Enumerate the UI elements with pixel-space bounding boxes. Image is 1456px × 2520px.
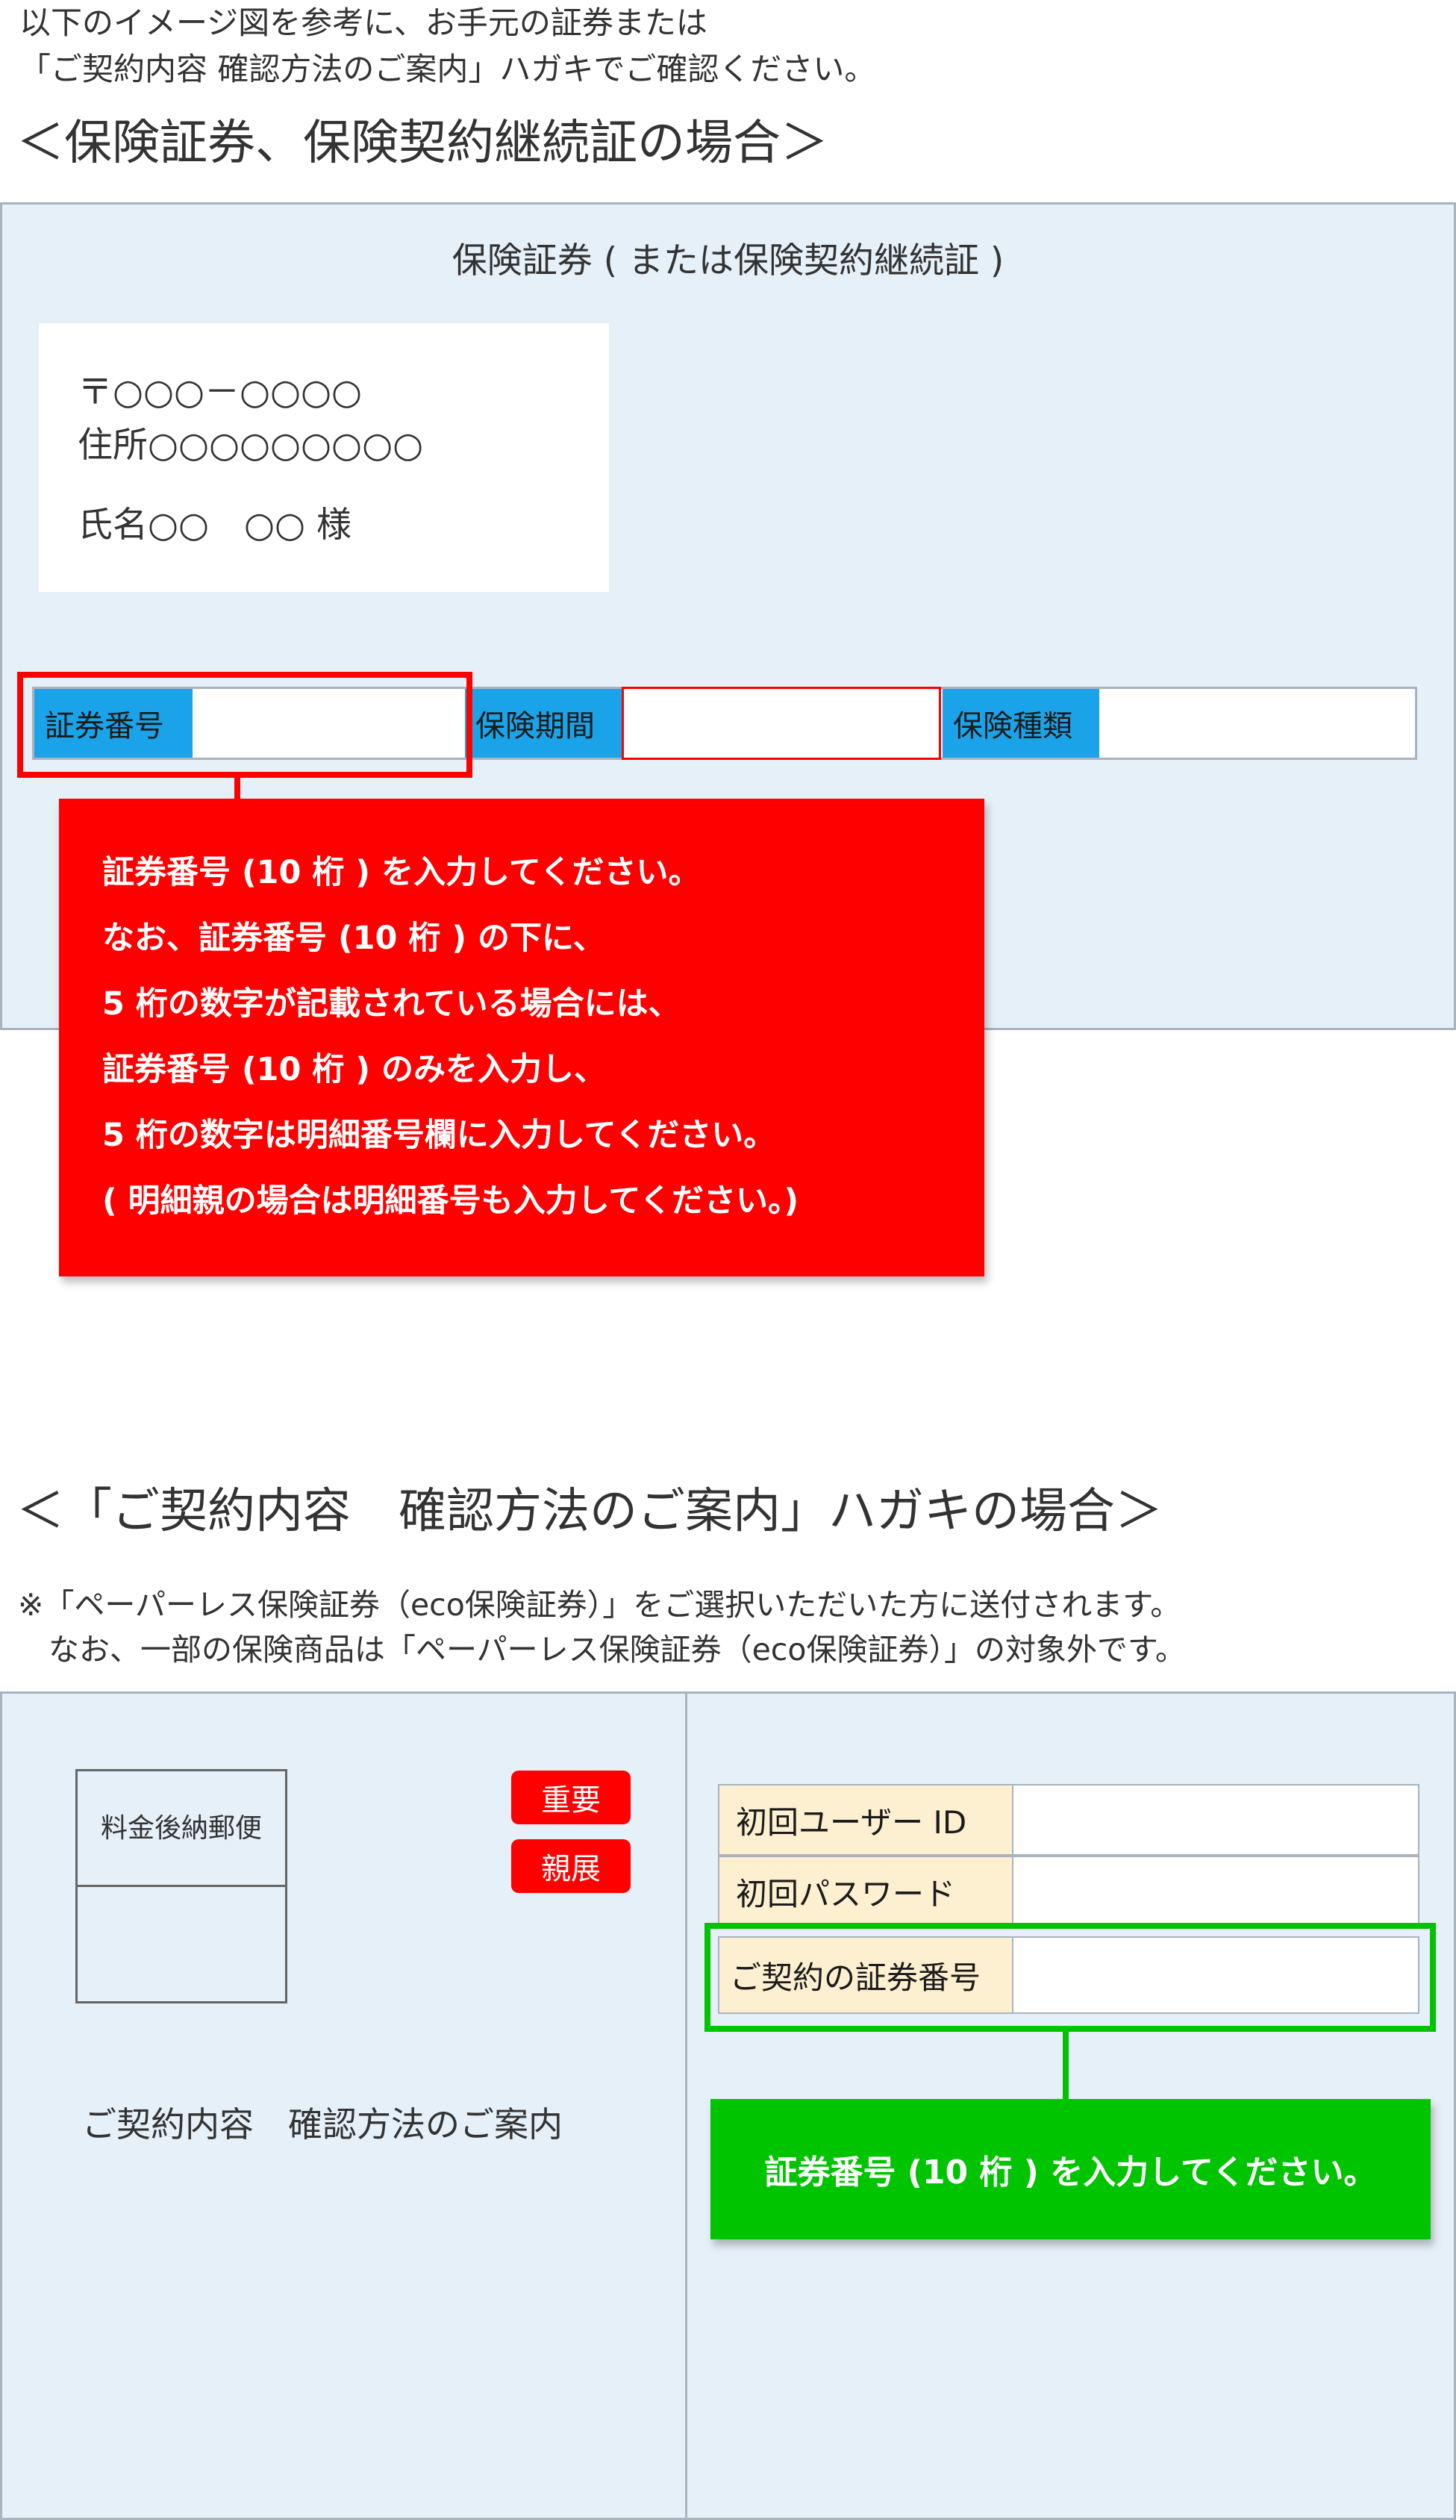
intro-line-2: 「ご契約内容 確認方法のご案内」ハガキでご確認ください。 <box>19 51 876 87</box>
eco-note-line-2: なお、一部の保険商品は「ペーパーレス保険証券（eco保険証券）」の対象外です。 <box>18 1632 1186 1668</box>
section1-heading: ＜保険証券、保険契約継続証の場合＞ <box>16 116 828 171</box>
intro-text: 以下のイメージ図を参考に、お手元の証券または 「ご契約内容 確認方法のご案内」ハ… <box>19 0 875 93</box>
grid-value-initial-user-id <box>1012 1784 1419 1856</box>
policy-document-title: 保険証券 ( または保険契約継続証 ) <box>452 240 1004 281</box>
eco-policy-note: ※「ペーパーレス保険証券（eco保険証券）」をご選択いただいた方に送付されます。… <box>18 1582 1186 1672</box>
recipient-name: 氏名○○ ○○ 様 <box>78 505 351 546</box>
page: { "intro": { "line1": "以下のイメージ図を参考に、お手元の… <box>0 0 1456 2520</box>
policy-number-highlight <box>17 672 472 778</box>
postcard-divider <box>685 1691 687 2520</box>
callout-line-6: ( 明細親の場合は明細番号も入力してください。) <box>102 1182 799 1220</box>
important-badge: 重要 <box>511 1771 631 1824</box>
callout-line-4: 証券番号 (10 桁 ) のみを入力し、 <box>102 1051 607 1088</box>
callout-line-5: 5 桁の数字は明細番号欄に入力してください。 <box>102 1117 776 1154</box>
address-line: 住所○○○○○○○○○ <box>78 425 424 466</box>
section2-heading: ＜「ご契約内容 確認方法のご案内」ハガキの場合＞ <box>16 1484 1163 1539</box>
grid-value-initial-password <box>1012 1856 1419 1927</box>
field-label-insurance-type: 保険種類 <box>943 689 1099 758</box>
field-label-coverage-period: 保険期間 <box>465 689 622 758</box>
callout-connector-green <box>1063 2030 1069 2099</box>
coverage-period-outline <box>622 687 941 760</box>
confidential-badge: 親展 <box>511 1839 631 1893</box>
intro-line-1: 以下のイメージ図を参考に、お手元の証券または <box>19 4 707 41</box>
policy-number-instruction-callout: 証券番号 (10 桁 ) を入力してください。 なお、証券番号 (10 桁 ) … <box>59 799 984 1276</box>
postcard-title: ご契約内容 確認方法のご案内 <box>82 2104 563 2145</box>
callout-line-2: なお、証券番号 (10 桁 ) の下に、 <box>102 920 605 957</box>
grid-label-initial-user-id: 初回ユーザー ID <box>718 1784 1013 1856</box>
postage-box-divider <box>78 1885 285 1887</box>
postage-label: 料金後納郵便 <box>100 1813 262 1844</box>
callout-connector-red <box>234 776 240 799</box>
field-value-insurance-type <box>1099 689 1415 758</box>
grid-label-initial-password: 初回パスワード <box>718 1856 1013 1927</box>
policy-number-highlight-green <box>704 1923 1436 2032</box>
callout-line-3: 5 桁の数字が記載されている場合には、 <box>102 985 681 1023</box>
eco-note-line-1: ※「ペーパーレス保険証券（eco保険証券）」をご選択いただいた方に送付されます。 <box>18 1587 1181 1623</box>
postal-code: 〒○○○－○○○○ <box>78 372 363 413</box>
postcard-policy-number-callout: 証券番号 (10 桁 ) を入力してください。 <box>710 2099 1431 2239</box>
callout-line-1: 証券番号 (10 桁 ) を入力してください。 <box>102 854 701 891</box>
